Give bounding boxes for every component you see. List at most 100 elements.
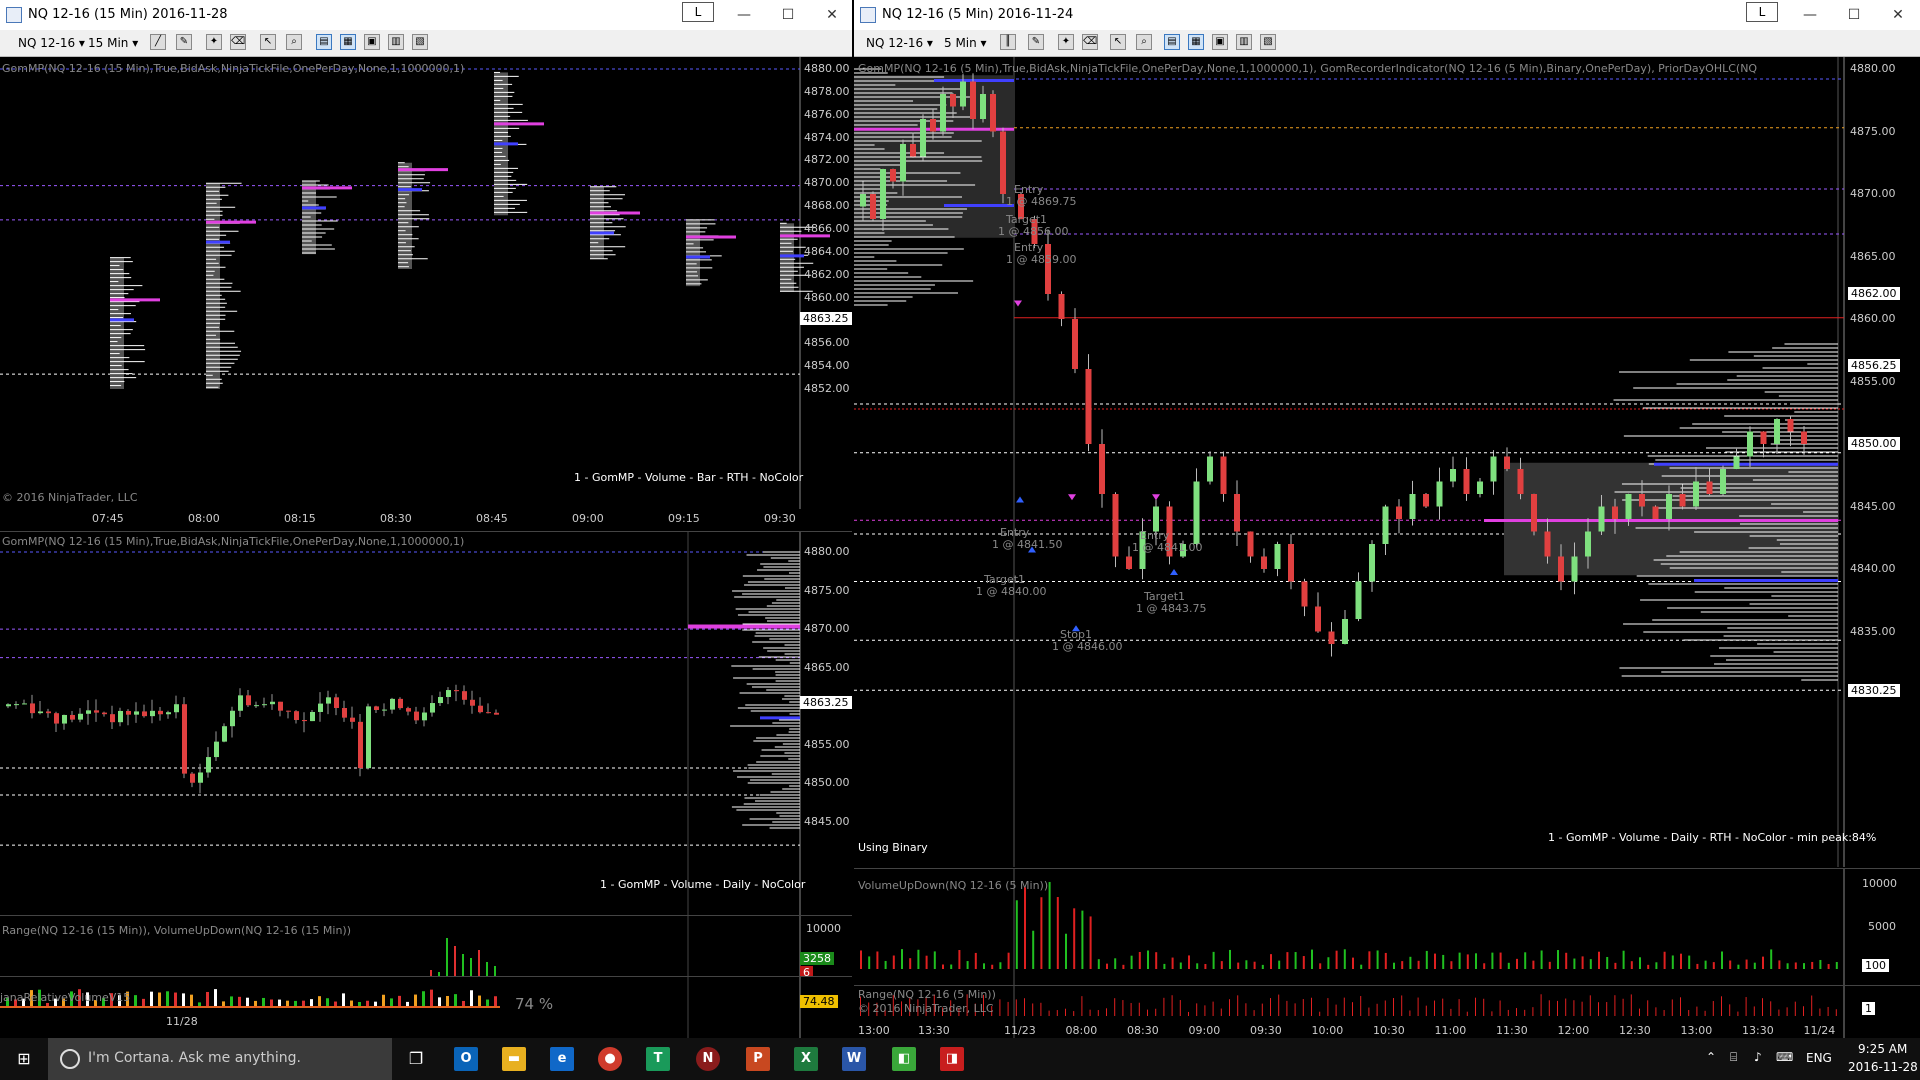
pencil-icon[interactable]: ✎ <box>176 34 192 50</box>
strategy-icon[interactable]: ✦ <box>1058 34 1074 50</box>
indicator-icon[interactable]: ▤ <box>316 34 332 50</box>
range-bar <box>1540 994 1542 1016</box>
range-bar <box>1319 1011 1321 1016</box>
rel-volume-bar <box>214 989 217 1007</box>
file-explorer-icon[interactable]: ▬ <box>502 1047 526 1071</box>
clock-time[interactable]: 9:25 AM <box>1858 1042 1907 1056</box>
link-button[interactable]: L <box>682 2 714 22</box>
price-tick: 4875.00 <box>1850 124 1896 138</box>
time-tick: 13:30 <box>918 1024 950 1037</box>
price-tick: 4860.00 <box>804 290 850 304</box>
chart-style-icon[interactable]: ║ <box>1000 34 1016 50</box>
left-titlebar[interactable]: NQ 12-16 (15 Min) 2016-11-28 L — ☐ ✕ <box>0 0 852 30</box>
left-volume-panel[interactable]: Range(NQ 12-16 (15 Min)), VolumeUpDown(N… <box>0 915 852 979</box>
word-icon[interactable]: W <box>842 1047 866 1071</box>
time-tick: 10:00 <box>1311 1024 1344 1037</box>
instrument-list-icon[interactable]: ▧ <box>1260 34 1276 50</box>
time-tick: 08:30 <box>1127 1024 1159 1037</box>
properties-icon[interactable]: ▣ <box>1212 34 1228 50</box>
chart-style-icon[interactable]: ╱ <box>150 34 166 50</box>
time-tick: 11:00 <box>1434 1024 1467 1037</box>
strategy-icon[interactable]: ✦ <box>206 34 222 50</box>
maximize-icon[interactable]: ☐ <box>1832 0 1876 30</box>
keyboard-icon[interactable]: ⌨ <box>1776 1050 1793 1064</box>
volume-bar <box>983 963 985 969</box>
range-bar <box>1507 1009 1509 1016</box>
instrument-selector[interactable]: NQ 12-16 ▾ <box>866 34 933 52</box>
link-button-right[interactable]: L <box>1746 2 1778 22</box>
excel-icon[interactable]: X <box>794 1047 818 1071</box>
candle-body <box>350 717 355 722</box>
data-box-icon[interactable]: ▥ <box>388 34 404 50</box>
eraser-icon[interactable]: ⌫ <box>1082 34 1098 50</box>
zoom-icon[interactable]: ⌕ <box>1136 34 1152 50</box>
strategies-icon[interactable]: ▦ <box>340 34 356 50</box>
volume-bar <box>1409 956 1412 969</box>
volume-bar <box>486 962 488 976</box>
minimize-icon[interactable]: — <box>722 0 766 30</box>
interval-selector[interactable]: 5 Min ▾ <box>944 34 987 52</box>
minimize-icon[interactable]: — <box>1788 0 1832 30</box>
close-icon[interactable]: ✕ <box>1876 0 1920 30</box>
cursor-icon[interactable]: ↖ <box>1110 34 1126 50</box>
instrument-list-icon[interactable]: ▧ <box>412 34 428 50</box>
indicator-icon[interactable]: ▤ <box>1164 34 1180 50</box>
right-main-price-panel[interactable]: GomMP(NQ 12-16 (5 Min),True,BidAsk,Ninja… <box>854 57 1920 867</box>
price-tick: 4835.00 <box>1850 624 1896 638</box>
right-titlebar[interactable]: NQ 12-16 (5 Min) 2016-11-24 L — ☐ ✕ <box>854 0 1920 30</box>
instrument-selector[interactable]: NQ 12-16 ▾ <box>18 34 85 52</box>
right-volume-panel[interactable]: VolumeUpDown(NQ 12-16 (5 Min)) 10000 500… <box>854 868 1920 985</box>
left-top-price-panel[interactable]: GomMP(NQ 12-16 (15 Min),True,BidAsk,Ninj… <box>0 57 852 530</box>
cursor-icon[interactable]: ↖ <box>260 34 276 50</box>
tray-chevron-icon[interactable]: ⌃ <box>1706 1050 1716 1064</box>
tws-icon[interactable]: T <box>646 1047 670 1071</box>
time-tick: 11:30 <box>1496 1024 1528 1037</box>
time-tick: 13:00 <box>1680 1024 1713 1037</box>
left-relative-volume-panel[interactable]: janaRelativeVolumeV15 74 % 74.48 11/28 <box>0 976 852 1038</box>
range-bar <box>1639 1008 1640 1016</box>
properties-icon[interactable]: ▣ <box>364 34 380 50</box>
green-app-icon[interactable]: ◧ <box>892 1047 916 1071</box>
task-view-icon[interactable]: ❐ <box>392 1038 440 1080</box>
range-bar <box>1294 1003 1296 1016</box>
speaker-icon[interactable]: ♪ <box>1754 1050 1762 1064</box>
cortana-placeholder: I'm Cortana. Ask me anything. <box>88 1050 301 1066</box>
left-mid-price-panel[interactable]: GomMP(NQ 12-16 (15 Min),True,BidAsk,Ninj… <box>0 531 852 915</box>
range-bar <box>1647 1000 1649 1016</box>
volume-bar <box>1811 961 1814 969</box>
right-range-panel[interactable]: Range(NQ 12-16 (5 Min)) © 2016 NinjaTrad… <box>854 985 1920 1038</box>
volume-bar <box>1721 951 1723 969</box>
interval-selector[interactable]: 15 Min ▾ <box>88 34 138 52</box>
powerpoint-icon[interactable]: P <box>746 1047 770 1071</box>
strategies-icon[interactable]: ▦ <box>1188 34 1204 50</box>
volume-bar <box>1639 957 1641 969</box>
candle-body <box>238 695 243 711</box>
outlook-icon[interactable]: O <box>454 1047 478 1071</box>
volume-bar <box>1475 953 1477 969</box>
clock-date[interactable]: 2016-11-28 <box>1848 1060 1918 1074</box>
edge-icon[interactable]: e <box>550 1047 574 1071</box>
ninjatrader-icon[interactable]: N <box>696 1047 720 1071</box>
data-box-icon[interactable]: ▥ <box>1236 34 1252 50</box>
time-tick: 12:00 <box>1557 1024 1590 1037</box>
zoom-icon[interactable]: ⌕ <box>286 34 302 50</box>
network-icon[interactable]: ⌸ <box>1730 1050 1737 1065</box>
close-icon[interactable]: ✕ <box>810 0 852 30</box>
red-app-icon[interactable]: ◨ <box>940 1047 964 1071</box>
eraser-icon[interactable]: ⌫ <box>230 34 246 50</box>
windows-start-icon[interactable]: ⊞ <box>0 1038 48 1080</box>
volume-bar <box>1663 951 1666 969</box>
range-bar <box>1384 1000 1386 1016</box>
language-indicator[interactable]: ENG <box>1806 1051 1832 1065</box>
candle-body <box>980 94 986 119</box>
poc-line <box>1484 519 1838 522</box>
chrome-icon[interactable]: ● <box>598 1047 622 1071</box>
candle-body <box>1301 581 1308 607</box>
cortana-search-box[interactable]: I'm Cortana. Ask me anything. <box>48 1038 392 1080</box>
candle-body <box>302 719 307 722</box>
pencil-icon[interactable]: ✎ <box>1028 34 1044 50</box>
candle-body <box>478 705 483 713</box>
range-bar <box>1130 1003 1132 1016</box>
range-bar <box>1097 1010 1099 1016</box>
maximize-icon[interactable]: ☐ <box>766 0 810 30</box>
